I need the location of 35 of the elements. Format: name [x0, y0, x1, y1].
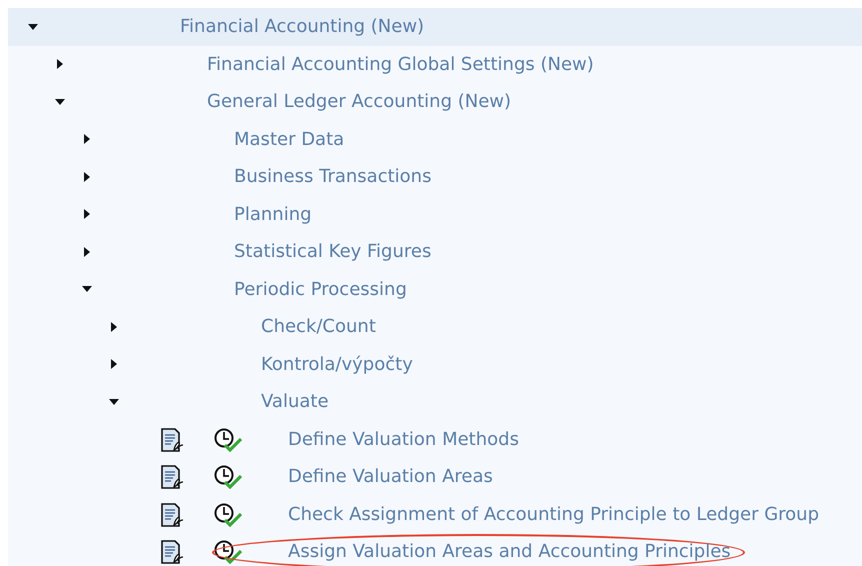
tree-item-label[interactable]: Planning [234, 204, 312, 225]
collapse-arrow-icon[interactable] [82, 284, 92, 294]
document-icon[interactable] [160, 428, 184, 452]
tree-item-label[interactable]: Business Transactions [234, 166, 432, 188]
expand-arrow-icon[interactable] [82, 172, 92, 182]
expand-arrow-icon[interactable] [109, 359, 119, 370]
tree-item-label[interactable]: Kontrola/výpočty [261, 354, 413, 375]
tree-item-label[interactable]: Define Valuation Methods [288, 428, 519, 450]
expand-arrow-icon[interactable] [82, 134, 92, 144]
tree-item-label[interactable]: Valuate [261, 391, 329, 412]
tree-item-label[interactable]: Statistical Key Figures [234, 241, 432, 262]
tree-item-label[interactable]: Financial Accounting Global Settings (New) [207, 54, 594, 75]
tree-item-label[interactable]: Check Assignment of Accounting Principle to Ledger Group [288, 504, 819, 525]
tree-item-label[interactable]: Periodic Processing [234, 278, 407, 300]
clock-check-icon[interactable] [213, 428, 243, 452]
document-icon[interactable] [160, 540, 184, 564]
document-icon[interactable] [160, 465, 184, 489]
tree-item-label[interactable]: Assign Valuation Areas and Accounting Principles [288, 541, 731, 562]
clock-check-icon[interactable] [213, 465, 243, 489]
tree-item-label[interactable]: Check/Count [261, 316, 376, 338]
tree-item-label[interactable]: General Ledger Accounting (New) [207, 91, 512, 112]
selected-row[interactable]: Financial Accounting (New) [8, 8, 862, 46]
collapse-arrow-icon[interactable] [55, 96, 65, 107]
clock-check-icon[interactable] [213, 502, 243, 526]
expand-arrow-icon[interactable] [55, 59, 65, 70]
document-icon[interactable] [160, 502, 184, 526]
tree-item-label[interactable]: Define Valuation Areas [288, 466, 493, 488]
expand-arrow-icon[interactable] [82, 246, 92, 257]
tree-item-label[interactable]: Financial Accounting (New) [180, 16, 424, 38]
collapse-arrow-icon[interactable] [28, 22, 38, 32]
expand-arrow-icon[interactable] [82, 209, 92, 220]
collapse-arrow-icon[interactable] [109, 396, 119, 407]
tree-item-label[interactable]: Master Data [234, 128, 344, 150]
clock-check-icon[interactable] [213, 540, 243, 564]
expand-arrow-icon[interactable] [109, 322, 119, 332]
